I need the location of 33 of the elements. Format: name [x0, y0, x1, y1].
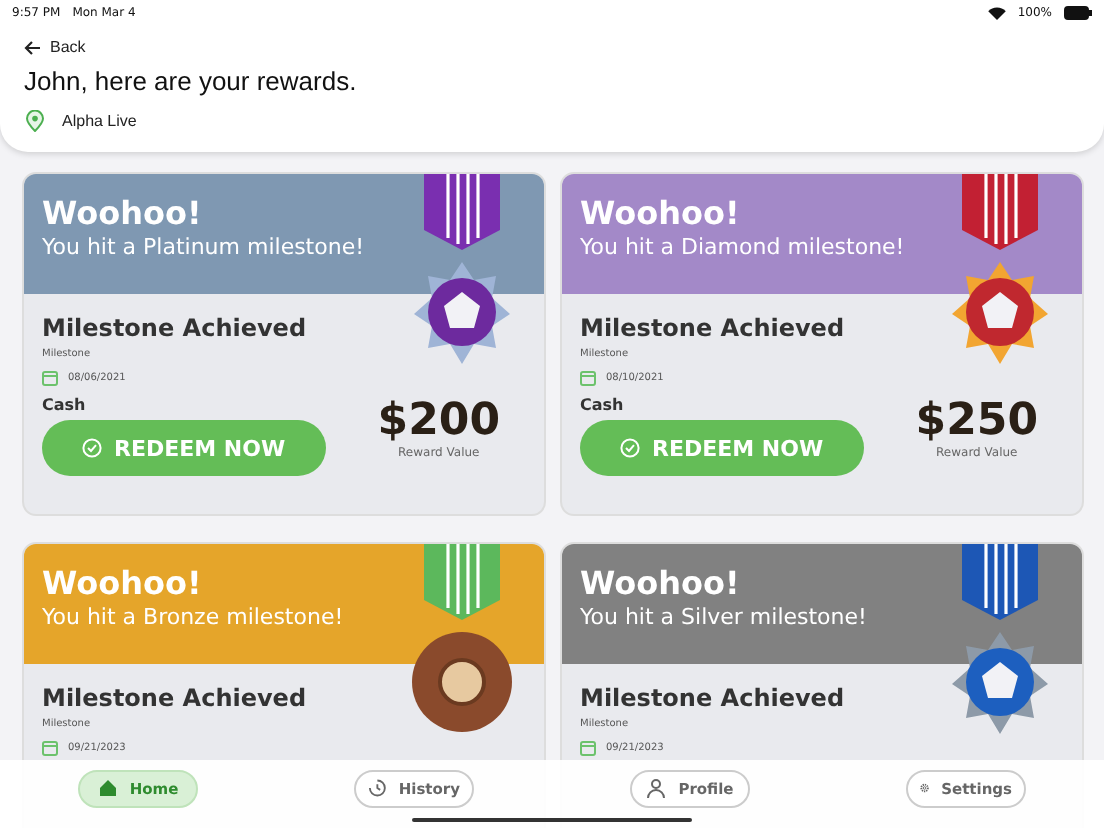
- calendar-icon: [42, 740, 58, 756]
- settings-icon: [920, 778, 930, 798]
- reward-type: Cash: [42, 396, 88, 414]
- page-title: John, here are your rewards.: [24, 66, 359, 96]
- milestone-title: Milestone Achieved: [42, 684, 309, 712]
- reward-amount: $250: [915, 396, 1038, 446]
- person-icon: [646, 778, 667, 798]
- calendar-icon: [42, 370, 58, 386]
- location-label: Alpha Live: [62, 112, 137, 130]
- milestone-title: Milestone Achieved: [580, 684, 847, 712]
- milestone-title: Milestone Achieved: [42, 314, 309, 342]
- battery-icon: [1064, 6, 1092, 20]
- banner-message: You hit a Bronze milestone!: [42, 604, 346, 630]
- banner-message: You hit a Silver milestone!: [580, 604, 869, 630]
- banner-headline: Woohoo!: [42, 564, 204, 602]
- reward-amount: $200: [377, 396, 500, 446]
- back-button[interactable]: Back: [24, 38, 86, 56]
- location-pin-icon: [26, 110, 44, 132]
- wifi-icon: [987, 6, 1006, 20]
- banner-headline: Woohoo!: [580, 194, 742, 232]
- calendar-icon: [580, 370, 596, 386]
- reward-type: Cash: [580, 396, 626, 414]
- home-icon: [97, 778, 118, 798]
- banner-message: You hit a Diamond milestone!: [580, 234, 907, 260]
- back-arrow-icon: [24, 39, 42, 55]
- banner-headline: Woohoo!: [580, 564, 742, 602]
- milestone-title: Milestone Achieved: [580, 314, 847, 342]
- check-circle-icon: [620, 438, 640, 458]
- banner-message: You hit a Platinum milestone!: [42, 234, 367, 260]
- banner-headline: Woohoo!: [42, 194, 204, 232]
- history-icon: [368, 778, 387, 798]
- calendar-icon: [580, 740, 596, 756]
- check-circle-icon: [82, 438, 102, 458]
